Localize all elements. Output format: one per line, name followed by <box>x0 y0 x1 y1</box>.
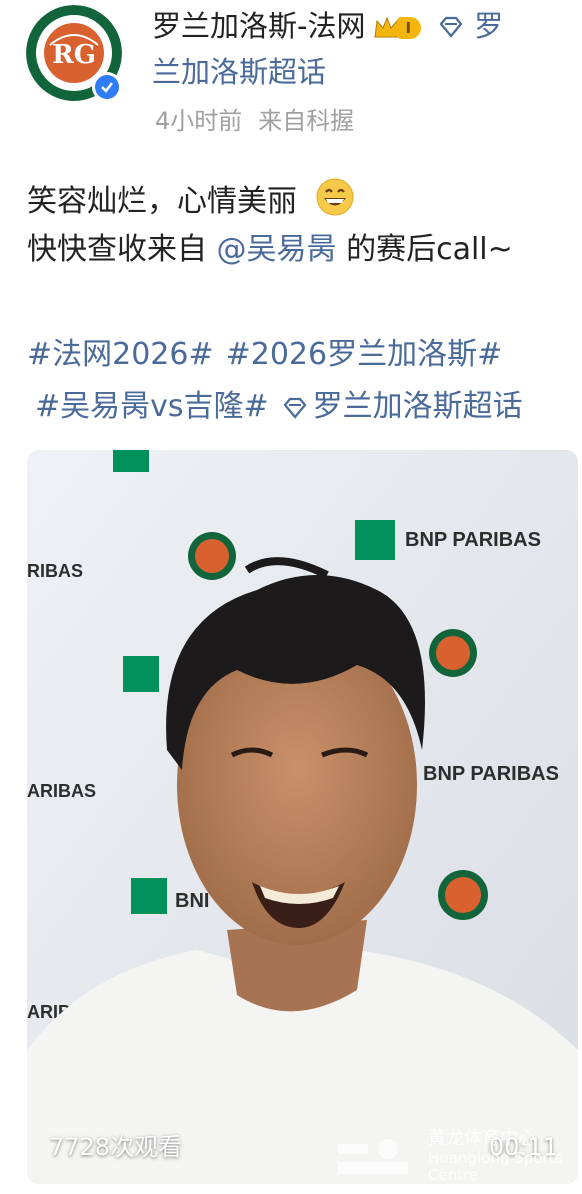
supertopic-chip-label: 罗兰加洛斯超话 <box>312 389 523 424</box>
supertopic-diamond-icon <box>437 8 465 46</box>
watermark-text: 黄龙体育中心 <box>428 1128 536 1149</box>
hashtag-row: #吴易昺vs吉隆# 罗兰加洛斯超话 <box>35 387 523 427</box>
backdrop-text: BNI <box>175 890 209 912</box>
supertopic-link-continued[interactable]: 兰加洛斯超话 <box>152 52 326 92</box>
level-badge[interactable]: I <box>373 15 422 41</box>
verified-icon <box>92 72 122 102</box>
post-text-line1: 笑容灿烂，心情美丽 <box>27 177 355 228</box>
bnp-paribas-logo-icon <box>131 878 167 914</box>
backdrop-text: RIBAS <box>27 561 83 581</box>
svg-text:BNP PARIBAS: BNP PARIBAS <box>405 529 541 551</box>
bnp-paribas-logo-icon <box>123 656 159 692</box>
post-text-line2: 快快查收来自 @吴易昺 的赛后call~ <box>27 230 513 270</box>
backdrop-text: BNP PARIBAS <box>423 763 559 785</box>
hashtag-link[interactable]: #吴易昺vs吉隆# <box>35 389 269 424</box>
post-time: 4小时前 <box>155 107 243 135</box>
post-text-suffix: 的赛后call~ <box>336 232 513 267</box>
post-meta: 4小时前 来自科握 <box>155 104 354 138</box>
supertopic-chip[interactable]: 罗兰加洛斯超话 <box>281 389 523 424</box>
bnp-paribas-logo-icon <box>113 450 149 472</box>
supertopic-diamond-icon <box>283 397 307 419</box>
hashtag-link[interactable]: #2026罗兰加洛斯# <box>226 337 503 372</box>
watermark-logo-icon <box>338 1139 408 1174</box>
post-header-title: 罗兰加洛斯-法网 I 罗 <box>152 6 582 46</box>
video-frame: BNP PARIBAS RIBAS ARIBAS BNP PARIBAS BNI… <box>27 450 578 1184</box>
supertopic-link[interactable]: 罗 <box>474 9 503 43</box>
backdrop-text: ARIBAS <box>27 781 96 801</box>
watermark: 黄龙体育中心 Huanglong Sports Centre <box>338 1122 578 1184</box>
watermark-text: Huanglong Sports Centre <box>428 1149 563 1184</box>
view-count: 7728次观看 <box>49 1133 183 1161</box>
svg-text:RG: RG <box>52 40 96 70</box>
post-source: 来自科握 <box>258 107 355 135</box>
grin-emoji-icon <box>315 177 355 228</box>
mention-link[interactable]: @吴易昺 <box>217 232 337 267</box>
account-name[interactable]: 罗兰加洛斯-法网 <box>152 9 365 43</box>
hashtag-row: #法网2026# #2026罗兰加洛斯# <box>27 335 502 375</box>
hashtag-link[interactable]: #法网2026# <box>27 337 214 372</box>
video-player[interactable]: BNP PARIBAS RIBAS ARIBAS BNP PARIBAS BNI… <box>27 450 578 1184</box>
post-text: 笑容灿烂，心情美丽 <box>27 184 297 219</box>
post-text-prefix: 快快查收来自 <box>27 232 217 267</box>
